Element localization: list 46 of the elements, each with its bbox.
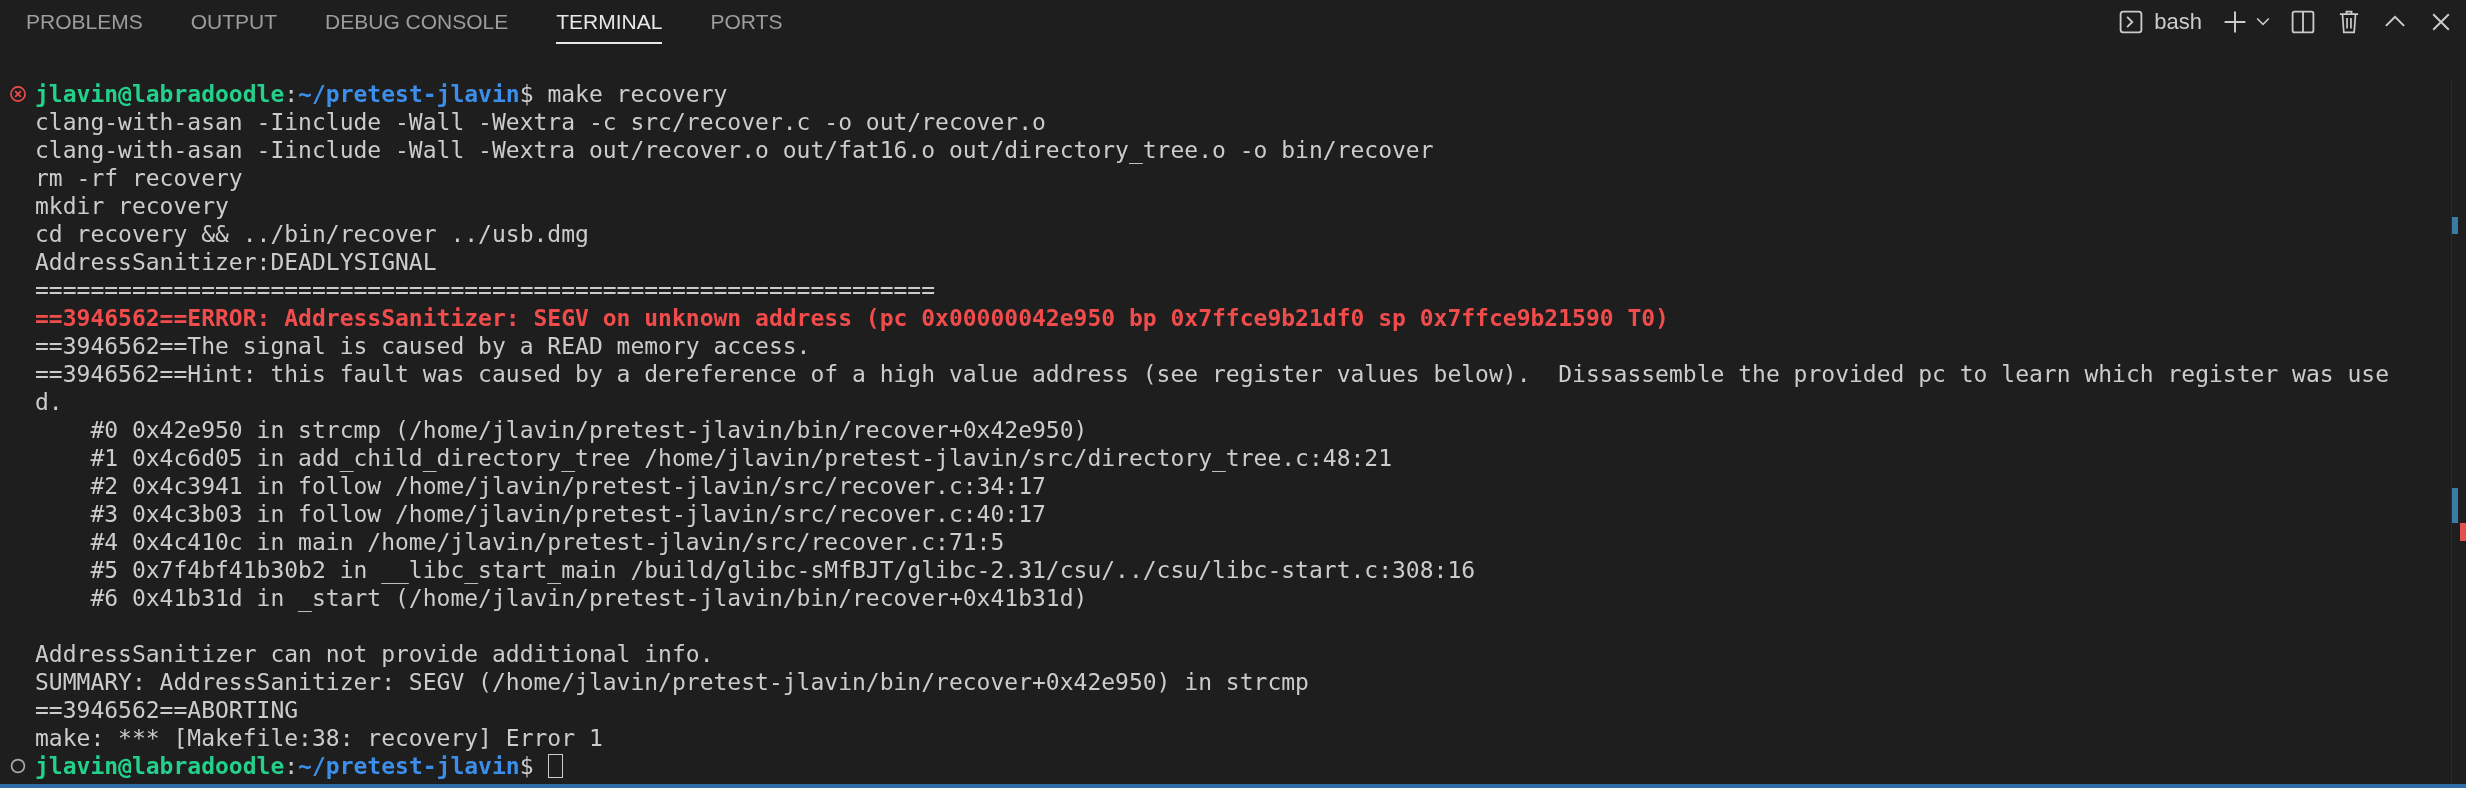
panel-tab[interactable]: OUTPUT	[190, 2, 278, 44]
panel-tab[interactable]: DEBUG CONSOLE	[325, 2, 509, 44]
chevron-down-icon[interactable]	[2256, 17, 2270, 27]
prompt-user: jlavin@labradoodle	[35, 80, 285, 108]
prompt-command: make recovery	[546, 80, 728, 108]
prompt-separator: :	[284, 752, 299, 780]
prompt-symbol: $	[519, 752, 534, 780]
terminal-output-line: #6 0x41b31d in _start (/home/jlavin/pretest-jlavin/bin/recover+0x41b31d)	[89, 584, 1088, 612]
circle-decoration-icon[interactable]	[8, 757, 27, 775]
panel-tab[interactable]: TERMINAL	[556, 2, 663, 44]
prompt-path: ~/pretest-jlavin	[298, 752, 520, 780]
terminal-output-line: clang-with-asan -Iinclude -Wall -Wextra -c src/recover.c -o out/recover.o	[35, 108, 1046, 136]
panel-tab[interactable]: PORTS	[710, 2, 783, 44]
terminal-output-line: #3 0x4c3b03 in follow /home/jlavin/pretest-jlavin/src/recover.c:40:17	[89, 500, 1046, 528]
terminal-output-line: ==3946562==ERROR: AddressSanitizer: SEGV on unknown address (pc 0x00000042e950 bp 0x7ffce9b21df0 sp 0x7ffce9b21590 T0)	[35, 304, 1669, 332]
terminal-output-line: make: *** [Makefile:38: recovery] Error 1	[35, 724, 603, 752]
terminal-selector[interactable]: bash	[2118, 9, 2202, 35]
panel-tab[interactable]: PROBLEMS	[26, 2, 143, 44]
prompt-separator: :	[284, 80, 299, 108]
terminal-output-line: SUMMARY: AddressSanitizer: SEGV (/home/jlavin/pretest-jlavin/bin/recover+0x42e950) in strcmp	[35, 668, 1309, 696]
terminal-output-line: =================================================================	[35, 276, 936, 304]
split-icon[interactable]	[2290, 9, 2316, 35]
prompt-path: ~/pretest-jlavin	[298, 80, 520, 108]
terminal-output-line: #2 0x4c3941 in follow /home/jlavin/pretest-jlavin/src/recover.c:34:17	[89, 472, 1046, 500]
terminal-output-line: AddressSanitizer can not provide additional info.	[35, 640, 714, 668]
overview-ruler-mark	[2460, 523, 2466, 541]
terminal-output-line: #1 0x4c6d05 in add_child_directory_tree /home/jlavin/pretest-jlavin/src/directory_tree.c:48:21	[89, 444, 1393, 472]
terminal-output-line: ==3946562==The signal is caused by a READ memory access.	[35, 332, 811, 360]
terminal-output-line: rm -rf recovery	[35, 164, 243, 192]
terminal-output-line: #5 0x7f4bf41b30b2 in __libc_start_main /build/glibc-sMfBJT/glibc-2.31/csu/../csu/libc-start.c:308:16	[89, 556, 1476, 584]
plus-icon[interactable]	[2222, 9, 2248, 35]
terminal-icon	[2118, 9, 2145, 35]
terminal-output-line: cd recovery && ../bin/recover ../usb.dmg	[35, 220, 589, 248]
terminal-output-line: AddressSanitizer:DEADLYSIGNAL	[35, 248, 437, 276]
prompt-symbol: $	[519, 80, 534, 108]
prompt-user: jlavin@labradoodle	[35, 752, 285, 780]
terminal-output-line: #4 0x4c410c in main /home/jlavin/pretest-jlavin/src/recover.c:71:5	[89, 528, 1005, 556]
terminal-output-line: ==3946562==Hint: this fault was caused by a dereference of a high value address (see register values below). Dissassemble the provided pc to learn which register was use	[35, 360, 2390, 388]
terminal-output-line: #0 0x42e950 in strcmp (/home/jlavin/pretest-jlavin/bin/recover+0x42e950)	[89, 416, 1088, 444]
error-decoration-icon[interactable]	[8, 85, 27, 103]
terminal-output-line: clang-with-asan -Iinclude -Wall -Wextra out/recover.o out/fat16.o out/directory_tree.o -o bin/recover	[35, 136, 1434, 164]
terminal-output-line: mkdir recovery	[35, 192, 229, 220]
overview-ruler-mark	[2452, 488, 2458, 523]
terminal-output-line: d.	[35, 388, 63, 416]
terminal-output-line: ==3946562==ABORTING	[35, 696, 299, 724]
overview-ruler-mark	[2452, 217, 2458, 234]
